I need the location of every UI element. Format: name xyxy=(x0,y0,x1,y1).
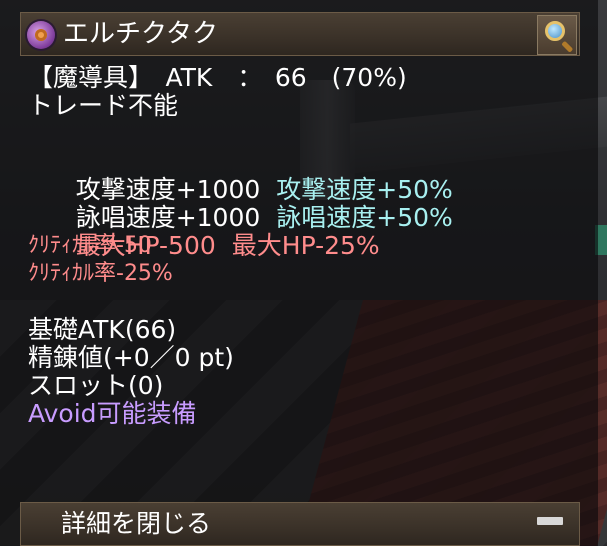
slot-line: スロット(0) xyxy=(28,371,164,400)
minus-icon[interactable] xyxy=(537,517,563,525)
trade-line: トレード不能 xyxy=(28,91,179,120)
item-title: エルチクタク xyxy=(63,19,218,49)
magnifier-handle xyxy=(561,40,574,53)
magnifier-icon xyxy=(545,21,565,41)
type-atk-line: 【魔導具】 ATK ： 66 (70%) xyxy=(28,63,407,92)
attack-speed-pct: 攻撃速度+50% xyxy=(276,175,453,204)
tooltip-header[interactable]: エルチクタク xyxy=(20,12,580,56)
avoid-line: Avoid可能装備 xyxy=(28,399,197,428)
max-hp-pct: 最大HP-25% xyxy=(231,231,380,260)
critical-pct-line: ｸﾘﾃｨｶﾙ率-25% xyxy=(28,261,173,286)
refine-line: 精錬値(+0／0 pt) xyxy=(28,343,234,372)
base-atk-line: 基礎ATK(66) xyxy=(28,315,177,344)
attack-speed-line: 攻撃速度+1000 攻撃速度+50% xyxy=(28,148,453,204)
tome-item-icon xyxy=(27,21,55,49)
item-stats: 【魔導具】 ATK ： 66 (70%) トレード不能 攻撃速度+1000 攻撃速… xyxy=(28,64,453,428)
cast-speed-pct: 詠唱速度+50% xyxy=(276,203,453,232)
search-button[interactable] xyxy=(537,15,577,55)
attack-speed-flat: 攻撃速度+1000 xyxy=(75,175,261,204)
close-details-label: 詳細を閉じる xyxy=(61,509,212,538)
item-tooltip: エルチクタク 【魔導具】 ATK ： 66 (70%) トレード不能 攻撃速度+… xyxy=(0,0,598,546)
cast-speed-flat: 詠唱速度+1000 xyxy=(75,203,261,232)
close-details-bar[interactable]: 詳細を閉じる xyxy=(20,502,580,546)
